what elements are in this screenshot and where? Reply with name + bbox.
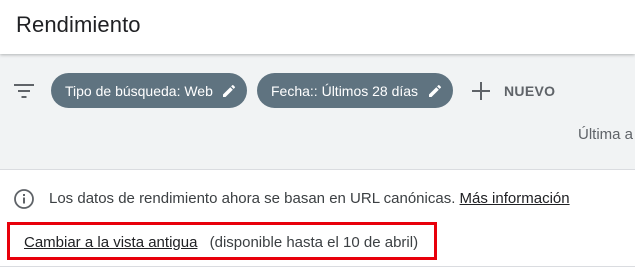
last-update-text: Última a — [578, 126, 634, 143]
search-type-filter-chip[interactable]: Tipo de búsqueda: Web — [51, 73, 247, 108]
new-filter-label: NUEVO — [504, 82, 556, 99]
availability-note: (disponible hasta el 10 de abril) — [209, 234, 419, 251]
date-filter-chip[interactable]: Fecha:: Últimos 28 días — [257, 73, 453, 108]
info-icon — [13, 188, 35, 210]
notice-message: Los datos de rendimiento ahora se basan … — [49, 190, 570, 207]
search-type-filter-label: Tipo de búsqueda: Web — [65, 82, 213, 99]
date-filter-label: Fecha:: Últimos 28 días — [271, 82, 419, 99]
edit-pencil-icon[interactable] — [427, 83, 443, 99]
page-header: Rendimiento — [0, 0, 635, 54]
switch-to-old-view-link[interactable]: Cambiar a la vista antigua — [24, 234, 197, 251]
filter-list-icon[interactable] — [14, 83, 34, 99]
notice-panel: Los datos de rendimiento ahora se basan … — [0, 169, 635, 267]
edit-pencil-icon[interactable] — [221, 83, 237, 99]
old-view-row: Cambiar a la vista antigua (disponible h… — [24, 234, 418, 251]
plus-icon — [470, 80, 492, 102]
notice-text: Los datos de rendimiento ahora se basan … — [49, 190, 456, 207]
filter-bar: Tipo de búsqueda: Web Fecha:: Últimos 28… — [0, 54, 635, 169]
more-info-link[interactable]: Más información — [460, 190, 570, 207]
page-title: Rendimiento — [16, 12, 141, 37]
new-filter-button[interactable]: NUEVO — [470, 73, 555, 108]
